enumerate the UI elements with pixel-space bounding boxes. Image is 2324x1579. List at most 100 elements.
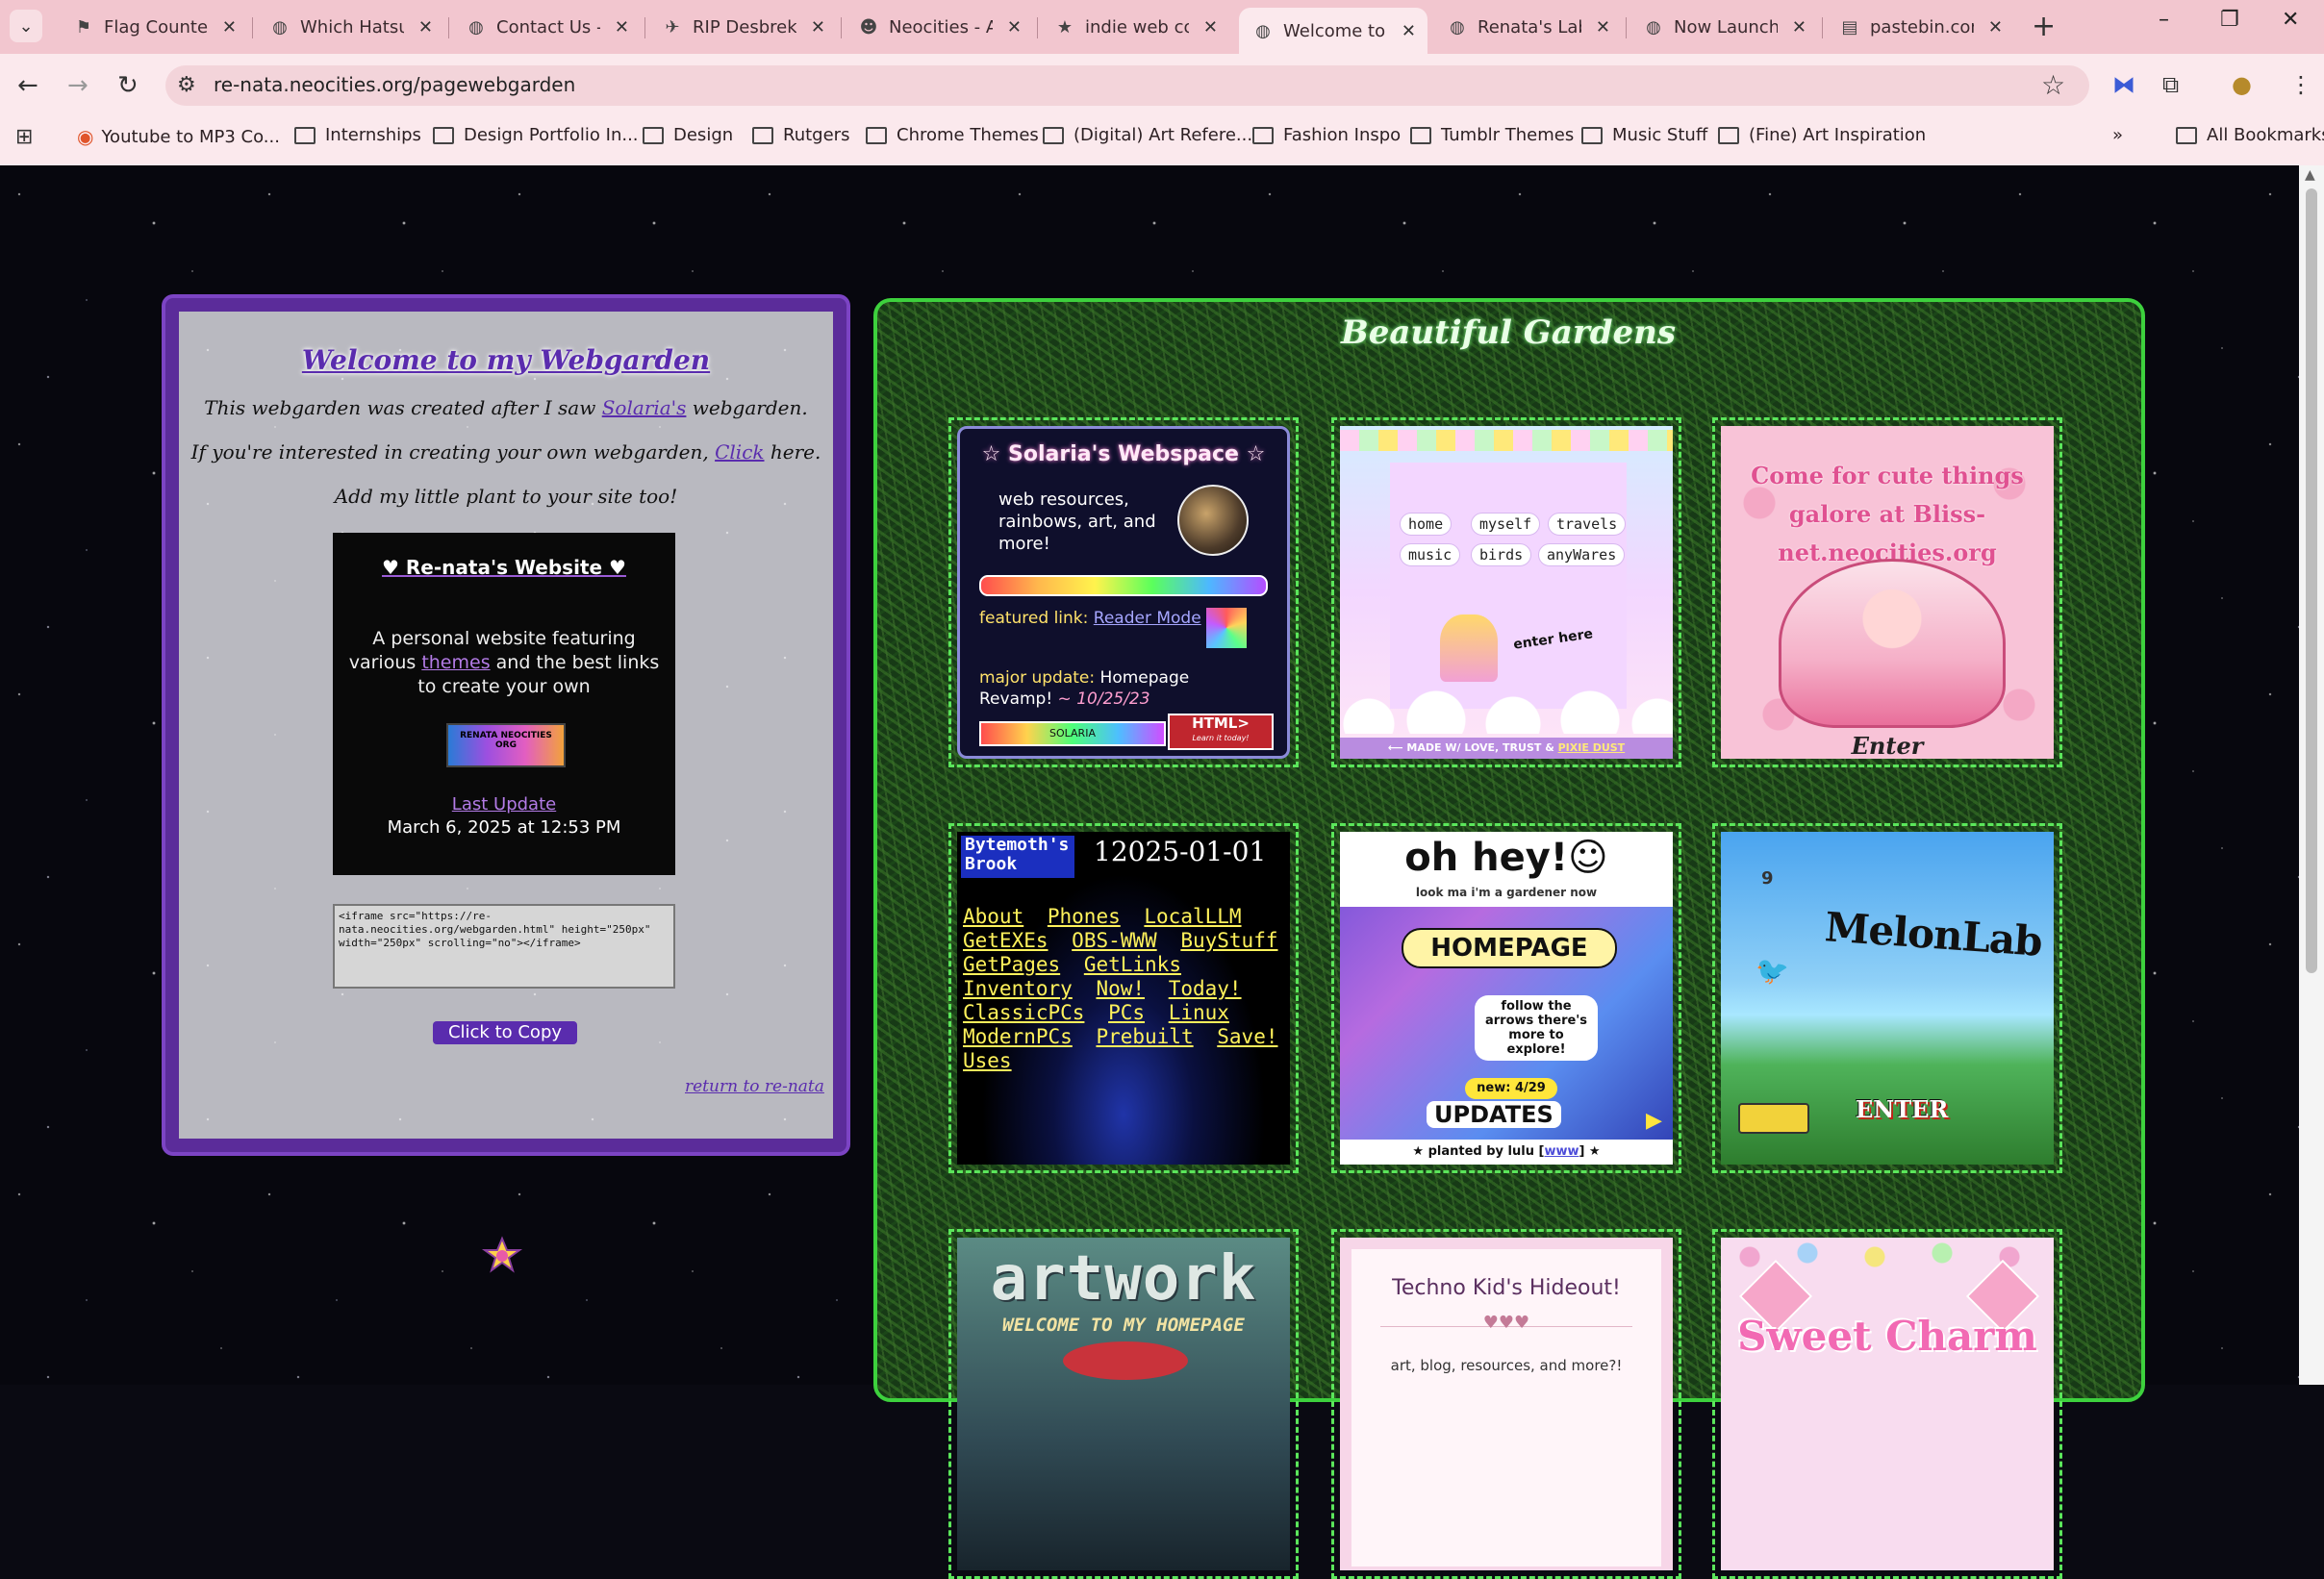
brook-link-inventory[interactable]: Inventory (963, 977, 1073, 1000)
bookmark-item[interactable]: Rutgers (752, 125, 849, 145)
tab[interactable]: ★ indie web con ✕ (1041, 8, 1229, 46)
forward-button[interactable]: → (67, 71, 88, 100)
profile-avatar[interactable]: ● (2232, 71, 2252, 98)
close-tab-icon[interactable]: ✕ (615, 17, 629, 38)
techno-garden[interactable]: Techno Kid's Hideout! ♥♥♥ art, blog, res… (1340, 1238, 1673, 1570)
scroll-up-arrow-icon[interactable]: ▲ (2305, 167, 2315, 183)
brook-link-getpages[interactable]: GetPages (963, 953, 1060, 976)
bliss-enter-link[interactable]: Enter (1721, 732, 2054, 759)
bookmark-item[interactable]: Design (643, 125, 733, 145)
garden-cell-brook[interactable]: Bytemoth's Brook 12025-01-01 About Phone… (948, 823, 1299, 1173)
tab[interactable]: ◍ Contact Us - t ✕ (452, 8, 641, 46)
url-text[interactable]: re-nata.neocities.org/pagewebgarden (214, 73, 575, 96)
html-badge[interactable]: HTML> Learn it today! (1168, 714, 1274, 750)
lulu-garden[interactable]: oh hey!☺ look ma i'm a gardener now HOME… (1340, 832, 1673, 1165)
brook-link-now[interactable]: Now! (1096, 977, 1145, 1000)
lulu-homepage-button[interactable]: HOMEPAGE (1402, 928, 1617, 968)
charm-garden[interactable]: Sweet Charm (1721, 1238, 2054, 1570)
solaria-badge[interactable]: SOLARIA (979, 721, 1166, 746)
brook-link-localllm[interactable]: LocalLLM (1144, 905, 1241, 928)
brook-link-linux[interactable]: Linux (1169, 1001, 1229, 1024)
bookmark-item[interactable]: (Digital) Art Refere... (1043, 125, 1252, 145)
play-icon[interactable]: ▶ (1646, 1109, 1662, 1133)
tab[interactable]: ◍ Which Hatsun ✕ (256, 8, 444, 46)
site-info-icon[interactable]: ⚙ (177, 73, 196, 97)
garden-cell-bliss[interactable]: Come for cute things galore at Bliss-net… (1712, 417, 2062, 767)
artwork-garden[interactable]: artwork WELCOME TO MY HOMEPAGE (957, 1238, 1290, 1570)
garden-cell-charm[interactable]: Sweet Charm (1712, 1229, 2062, 1579)
apps-grid-icon[interactable]: ⊞ (15, 125, 33, 149)
brook-link-getexes[interactable]: GetEXEs (963, 929, 1048, 952)
extensions-puzzle-icon[interactable]: ⧉ (2162, 71, 2179, 98)
garden-cell-solaria[interactable]: ☆ Solaria's Webspace ☆ web resources, ra… (948, 417, 1299, 767)
garden-cell-pixie[interactable]: home myself travels music birds anyWares… (1331, 417, 1681, 767)
brook-link-uses[interactable]: Uses (963, 1049, 1012, 1072)
close-tab-icon[interactable]: ✕ (1203, 17, 1218, 38)
garden-cell-lulu[interactable]: oh hey!☺ look ma i'm a gardener now HOME… (1331, 823, 1681, 1173)
brook-garden[interactable]: Bytemoth's Brook 12025-01-01 About Phone… (957, 832, 1290, 1165)
close-tab-icon[interactable]: ✕ (1792, 17, 1806, 38)
bookmark-item[interactable]: Design Portfolio In... (433, 125, 639, 145)
back-button[interactable]: ← (17, 71, 38, 100)
extension-icon[interactable]: ⧓ (2112, 71, 2135, 98)
brook-link-about[interactable]: About (963, 905, 1023, 928)
pixie-nav-home[interactable]: home (1400, 513, 1452, 536)
pixie-garden[interactable]: home myself travels music birds anyWares… (1340, 426, 1673, 759)
copy-button[interactable]: Click to Copy (433, 1021, 577, 1044)
last-update-link[interactable]: Last Update (333, 794, 675, 815)
melonlab-garden[interactable]: 9 🐦 MelonLab ENTER (1721, 832, 2054, 1165)
garden-cell-artwork[interactable]: artwork WELCOME TO MY HOMEPAGE (948, 1229, 1299, 1579)
lulu-updates-button[interactable]: UPDATES (1427, 1101, 1561, 1128)
tab[interactable]: ⚑ Flag Counter ✕ (60, 8, 248, 46)
lulu-www-link[interactable]: www (1544, 1144, 1579, 1159)
pixie-nav-birds[interactable]: birds (1471, 543, 1532, 566)
minimize-button[interactable]: – (2159, 8, 2169, 32)
garden-cell-techno[interactable]: Techno Kid's Hideout! ♥♥♥ art, blog, res… (1331, 1229, 1681, 1579)
bookmark-item[interactable]: Fashion Inspo (1252, 125, 1401, 145)
bookmark-star-icon[interactable]: ☆ (2041, 69, 2065, 101)
brook-link-modernpcs[interactable]: ModernPCs (963, 1025, 1073, 1048)
pixie-nav-myself[interactable]: myself (1471, 513, 1541, 536)
bookmark-item[interactable]: Music Stuff (1581, 125, 1707, 145)
embed-code-textarea[interactable]: <iframe src="https://re-nata.neocities.o… (333, 904, 675, 989)
pixie-nav-anywares[interactable]: anyWares (1538, 543, 1626, 566)
brook-link-prebuilt[interactable]: Prebuilt (1096, 1025, 1193, 1048)
brook-link-classicpcs[interactable]: ClassicPCs (963, 1001, 1084, 1024)
brook-link-save[interactable]: Save! (1217, 1025, 1277, 1048)
all-bookmarks-button[interactable]: All Bookmarks (2176, 125, 2324, 145)
brook-link-buystuff[interactable]: BuyStuff (1180, 929, 1277, 952)
close-tab-icon[interactable]: ✕ (418, 17, 433, 38)
bookmark-item[interactable]: Chrome Themes (866, 125, 1039, 145)
solaria-garden[interactable]: ☆ Solaria's Webspace ☆ web resources, ra… (957, 426, 1290, 759)
bookmark-item[interactable]: (Fine) Art Inspiration (1718, 125, 1926, 145)
garden-cell-melonlab[interactable]: 9 🐦 MelonLab ENTER (1712, 823, 2062, 1173)
brook-link-obswww[interactable]: OBS-WWW (1072, 929, 1157, 952)
close-tab-icon[interactable]: ✕ (1007, 17, 1022, 38)
tab[interactable]: ◍ Now Launchir ✕ (1629, 8, 1818, 46)
brook-link-today[interactable]: Today! (1169, 977, 1242, 1000)
bookmarks-overflow-button[interactable]: » (2112, 125, 2123, 145)
menu-kebab-icon[interactable]: ⋮ (2289, 71, 2312, 98)
scrollbar-thumb[interactable] (2306, 188, 2317, 973)
themes-link[interactable]: themes (421, 652, 490, 673)
bliss-garden[interactable]: Come for cute things galore at Bliss-net… (1721, 426, 2054, 759)
brook-link-pcs[interactable]: PCs (1108, 1001, 1145, 1024)
new-tab-button[interactable]: + (2032, 10, 2056, 43)
tab-search-button[interactable]: ⌄ (10, 10, 42, 42)
close-window-button[interactable]: ✕ (2282, 8, 2299, 32)
reload-button[interactable]: ↻ (117, 71, 139, 100)
pixie-nav-music[interactable]: music (1400, 543, 1461, 566)
tab[interactable]: ☻ Neocities - Ac ✕ (845, 8, 1033, 46)
restore-button[interactable]: ❐ (2220, 8, 2239, 32)
close-tab-icon[interactable]: ✕ (1988, 17, 2003, 38)
close-tab-icon[interactable]: ✕ (222, 17, 237, 38)
bookmark-item[interactable]: ◉ Youtube to MP3 Co... (77, 125, 280, 148)
pixie-dust-link[interactable]: PIXIE DUST (1558, 741, 1626, 754)
site-badge-button[interactable]: RENATA NEOCITIES ORG (446, 723, 566, 767)
bookmark-item[interactable]: Tumblr Themes (1410, 125, 1574, 145)
brook-link-getlinks[interactable]: GetLinks (1084, 953, 1181, 976)
close-tab-icon[interactable]: ✕ (811, 17, 825, 38)
pixie-nav-travels[interactable]: travels (1548, 513, 1627, 536)
melonlab-enter-button[interactable]: ENTER (1856, 1095, 1948, 1123)
tab[interactable]: ◍ Renata's Labo ✕ (1433, 8, 1622, 46)
